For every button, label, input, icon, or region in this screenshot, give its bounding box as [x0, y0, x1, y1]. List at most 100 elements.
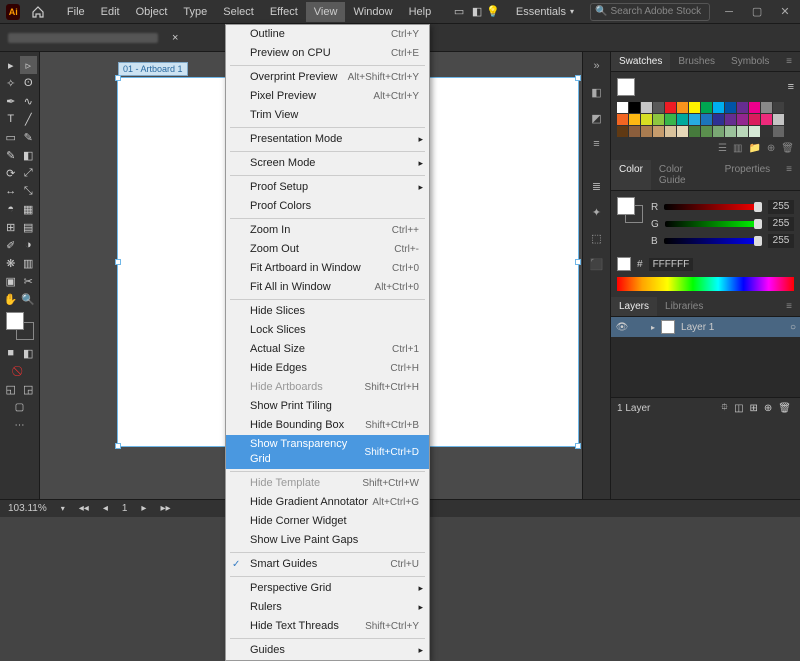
panel-tab[interactable]: Brushes [670, 52, 723, 71]
view-menu-item[interactable]: Actual SizeCtrl+1 [226, 340, 429, 359]
swatch-cell[interactable] [737, 102, 748, 113]
swatch-cell[interactable] [641, 102, 652, 113]
search-input[interactable]: 🔍 Search Adobe Stock [590, 3, 710, 21]
view-menu-item[interactable]: Smart GuidesCtrl+U [226, 555, 429, 574]
menu-help[interactable]: Help [401, 2, 440, 22]
expand-layer-icon[interactable]: ▸ [651, 323, 655, 332]
tool-symbol-sprayer[interactable]: ❋ [2, 254, 20, 272]
view-menu-item[interactable]: Zoom InCtrl++ [226, 221, 429, 240]
swatch-options-icon[interactable]: ▥ [733, 143, 742, 154]
swatch-cell[interactable] [725, 114, 736, 125]
swatch-cell[interactable] [701, 114, 712, 125]
swatch-cell[interactable] [641, 114, 652, 125]
swatch-cell[interactable] [713, 126, 724, 137]
view-menu-item[interactable]: Trim View [226, 106, 429, 125]
view-menu-item[interactable]: Screen Mode [226, 154, 429, 173]
view-menu-item[interactable]: Hide Bounding BoxShift+Ctrl+B [226, 416, 429, 435]
tool-zoom[interactable]: 🔍 [20, 290, 38, 308]
tool-rotate[interactable]: ⟳ [2, 164, 20, 182]
view-menu-item[interactable]: Proof Colors [226, 197, 429, 216]
edit-toolbar[interactable]: ⋯ [12, 418, 28, 432]
swatch-cell[interactable] [629, 126, 640, 137]
swatch-cell[interactable] [617, 102, 628, 113]
minimize-button[interactable]: ─ [720, 5, 738, 19]
current-fill-swatch[interactable] [617, 78, 635, 96]
home-icon[interactable] [30, 4, 44, 20]
swatch-cell[interactable] [725, 126, 736, 137]
panel-icon-1[interactable]: ◧ [587, 82, 607, 102]
swatch-cell[interactable] [665, 114, 676, 125]
tool-width[interactable]: ↔ [2, 182, 20, 200]
swatch-cell[interactable] [653, 126, 664, 137]
swatch-cell[interactable] [641, 126, 652, 137]
new-layer-icon[interactable]: ⊕ [764, 403, 772, 414]
swatch-cell[interactable] [665, 102, 676, 113]
swatch-cell[interactable] [761, 114, 772, 125]
view-menu-item[interactable]: Show Transparency GridShift+Ctrl+D [226, 435, 429, 469]
locate-layer-icon[interactable]: ⯐ [721, 400, 729, 417]
artboard-prev-icon[interactable]: ◂◂ [79, 503, 89, 514]
menu-window[interactable]: Window [345, 2, 400, 22]
tool-type[interactable]: T [2, 110, 20, 128]
swatch-cell[interactable] [677, 114, 688, 125]
panel-tab[interactable]: Color [611, 160, 651, 190]
panel-icon-2[interactable]: ◩ [587, 108, 607, 128]
tool-slice[interactable]: ✂ [20, 272, 38, 290]
zoom-level[interactable]: 103.11% [8, 503, 47, 514]
drawing-mode-behind[interactable]: ◲ [20, 380, 38, 398]
panel-icon-5[interactable]: ✦ [587, 202, 607, 222]
tool-graph[interactable]: ▥ [20, 254, 38, 272]
swatch-cell[interactable] [689, 102, 700, 113]
swatch-menu-icon[interactable]: ≡ [788, 81, 794, 93]
delete-swatch-icon[interactable]: 🗑 [781, 143, 794, 154]
drawing-mode-normal[interactable]: ◱ [2, 380, 20, 398]
view-menu-item[interactable]: Presentation Mode [226, 130, 429, 149]
menu-view[interactable]: View [306, 2, 346, 22]
view-menu-item[interactable]: Perspective Grid [226, 579, 429, 598]
artboard-label[interactable]: 01 - Artboard 1 [118, 62, 188, 76]
swatch-cell[interactable] [689, 126, 700, 137]
menu-type[interactable]: Type [175, 2, 215, 22]
view-menu-item[interactable]: Fit Artboard in WindowCtrl+0 [226, 259, 429, 278]
b-value[interactable]: 255 [768, 234, 794, 248]
view-menu-item[interactable]: Hide EdgesCtrl+H [226, 359, 429, 378]
view-menu-item[interactable]: Overprint PreviewAlt+Shift+Ctrl+Y [226, 68, 429, 87]
menu-select[interactable]: Select [215, 2, 262, 22]
view-menu-item[interactable]: OutlineCtrl+Y [226, 25, 429, 44]
artboard-prev1-icon[interactable]: ◂ [103, 503, 108, 514]
panel-tab[interactable]: Swatches [611, 52, 670, 71]
tool-pen[interactable]: ✒ [2, 92, 20, 110]
color-mode-none[interactable]: ⃠ [12, 364, 28, 378]
tool-shape-builder[interactable]: ◓ [2, 200, 20, 218]
new-swatch-icon[interactable]: ⊕ [767, 143, 775, 154]
r-slider[interactable] [664, 204, 762, 210]
view-menu-item[interactable]: Zoom OutCtrl+- [226, 240, 429, 259]
menu-object[interactable]: Object [128, 2, 176, 22]
b-slider[interactable] [664, 238, 762, 244]
swatch-cell[interactable] [653, 114, 664, 125]
tool-line[interactable]: ╱ [20, 110, 38, 128]
view-menu-item[interactable]: Lock Slices [226, 321, 429, 340]
tool-curvature[interactable]: ∿ [20, 92, 38, 110]
panel-icon-4[interactable]: ≣ [587, 176, 607, 196]
tool-magic-wand[interactable]: ✧ [2, 74, 20, 92]
new-swatch-group-icon[interactable]: 📁 [748, 143, 760, 154]
close-button[interactable]: ✕ [776, 5, 794, 19]
swatch-cell[interactable] [737, 114, 748, 125]
document-tab[interactable] [8, 33, 158, 43]
screen-mode-toggle[interactable]: ▢ [12, 400, 28, 414]
swatch-cell[interactable] [773, 102, 784, 113]
swatch-cell[interactable] [653, 102, 664, 113]
panel-icon-3[interactable]: ≡ [587, 134, 607, 154]
swatch-cell[interactable] [689, 114, 700, 125]
spectrum-bar[interactable] [617, 277, 794, 291]
view-menu-item[interactable]: Pixel PreviewAlt+Ctrl+Y [226, 87, 429, 106]
view-menu-item[interactable]: Hide Gradient AnnotatorAlt+Ctrl+G [226, 493, 429, 512]
view-menu-item[interactable]: Show Print Tiling [226, 397, 429, 416]
view-menu-item[interactable]: Preview on CPUCtrl+E [226, 44, 429, 63]
g-slider[interactable] [665, 221, 762, 227]
arrange-windows-icon[interactable]: ▭ [450, 5, 468, 18]
artboard-next-icon[interactable]: ▸▸ [160, 503, 170, 514]
tool-brush[interactable]: ✎ [20, 128, 38, 146]
tool-rectangle[interactable]: ▭ [2, 128, 20, 146]
